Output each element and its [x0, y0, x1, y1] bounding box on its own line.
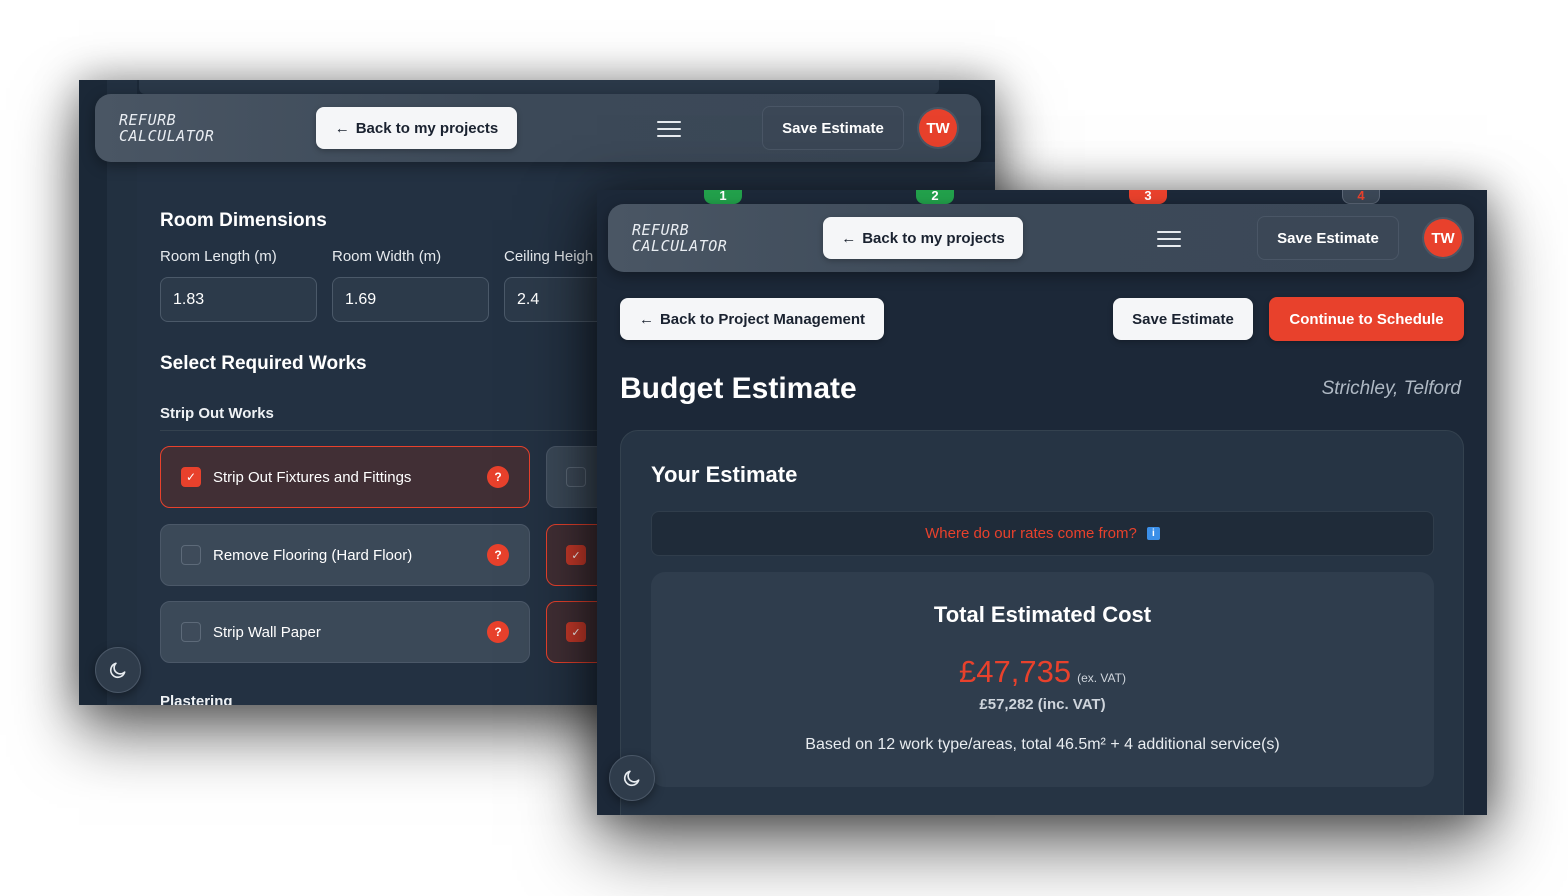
hamburger-menu-icon[interactable] — [1157, 231, 1181, 247]
ceiling-height-label: Ceiling Heigh — [504, 248, 594, 265]
step-1-indicator[interactable]: 1 — [704, 190, 742, 204]
work-option-remove-flooring[interactable]: Remove Flooring (Hard Floor) ? — [160, 524, 530, 586]
room-width-label: Room Width (m) — [332, 248, 442, 265]
room-dimensions-heading: Room Dimensions — [160, 210, 327, 231]
estimate-card-title: Your Estimate — [651, 462, 798, 487]
estimate-basis: Based on 12 work type/areas, total 46.5m… — [805, 736, 1280, 753]
moon-icon[interactable] — [95, 647, 141, 693]
avatar[interactable]: TW — [919, 109, 957, 147]
help-icon[interactable]: ? — [487, 544, 509, 566]
plastering-label: Plastering — [160, 693, 233, 705]
save-estimate-secondary-button[interactable]: Save Estimate — [1113, 298, 1253, 340]
side-rail — [107, 80, 137, 705]
total-inc-vat: £57,282 (inc. VAT) — [979, 696, 1106, 713]
room-width-input[interactable]: 1.69 — [332, 277, 489, 322]
info-icon: i — [1146, 527, 1160, 540]
arrow-left-icon: ← — [334, 119, 350, 137]
page-title: Budget Estimate — [620, 372, 857, 405]
hamburger-menu-icon[interactable] — [657, 121, 681, 137]
estimate-card: Your Estimate Where do our rates come fr… — [620, 430, 1464, 815]
select-works-heading: Select Required Works — [160, 353, 367, 374]
total-cost-title: Total Estimated Cost — [933, 602, 1152, 627]
app-header: REFURB CALCULATOR ← Back to my projects … — [95, 94, 981, 162]
save-estimate-button[interactable]: Save Estimate — [1257, 216, 1399, 260]
back-to-project-management-button[interactable]: ← Back to Project Management — [620, 298, 884, 340]
help-icon[interactable]: ? — [487, 621, 509, 643]
arrow-left-icon: ← — [841, 229, 857, 247]
check-icon[interactable]: ✓ — [181, 467, 201, 487]
app-header: REFURB CALCULATOR ← Back to my projects … — [608, 204, 1474, 272]
step-3-indicator[interactable]: 3 — [1129, 190, 1167, 204]
room-length-input[interactable]: 1.83 — [160, 277, 317, 322]
moon-icon-glyph — [109, 662, 126, 679]
check-icon[interactable]: ✓ — [566, 545, 586, 565]
total-ex-vat: £47,735 (ex. VAT) — [959, 654, 1126, 689]
checkbox[interactable] — [566, 467, 586, 487]
app-logo[interactable]: REFURB CALCULATOR — [119, 112, 214, 144]
save-estimate-button[interactable]: Save Estimate — [762, 106, 904, 150]
back-to-projects-button[interactable]: ← Back to my projects — [823, 217, 1023, 259]
front-window: 1 2 3 4 REFURB CALCULATOR ← Back to my p… — [597, 190, 1487, 815]
strip-out-works-label: Strip Out Works — [160, 405, 274, 422]
work-option-strip-out-fixtures[interactable]: ✓ Strip Out Fixtures and Fittings ? — [160, 446, 530, 508]
total-cost-panel: Total Estimated Cost £47,735 (ex. VAT) £5… — [651, 572, 1434, 787]
divider — [160, 430, 600, 431]
step-2-indicator[interactable]: 2 — [916, 190, 954, 204]
checkbox[interactable] — [181, 622, 201, 642]
top-strip — [139, 80, 939, 94]
moon-icon-glyph — [623, 770, 640, 787]
arrow-left-icon: ← — [638, 310, 654, 328]
project-location: Strichley, Telford — [1321, 378, 1461, 399]
step-4-indicator[interactable]: 4 — [1342, 190, 1380, 204]
checkbox[interactable] — [181, 545, 201, 565]
continue-to-schedule-button[interactable]: Continue to Schedule — [1269, 297, 1464, 341]
moon-icon[interactable] — [609, 755, 655, 801]
check-icon[interactable]: ✓ — [566, 622, 586, 642]
back-to-projects-button[interactable]: ← Back to my projects — [316, 107, 517, 149]
app-logo[interactable]: REFURB CALCULATOR — [632, 222, 727, 254]
work-option-strip-wall-paper[interactable]: Strip Wall Paper ? — [160, 601, 530, 663]
rates-info-link[interactable]: Where do our rates come from? i — [651, 511, 1434, 556]
help-icon[interactable]: ? — [487, 466, 509, 488]
room-length-label: Room Length (m) — [160, 248, 277, 265]
avatar[interactable]: TW — [1424, 219, 1462, 257]
